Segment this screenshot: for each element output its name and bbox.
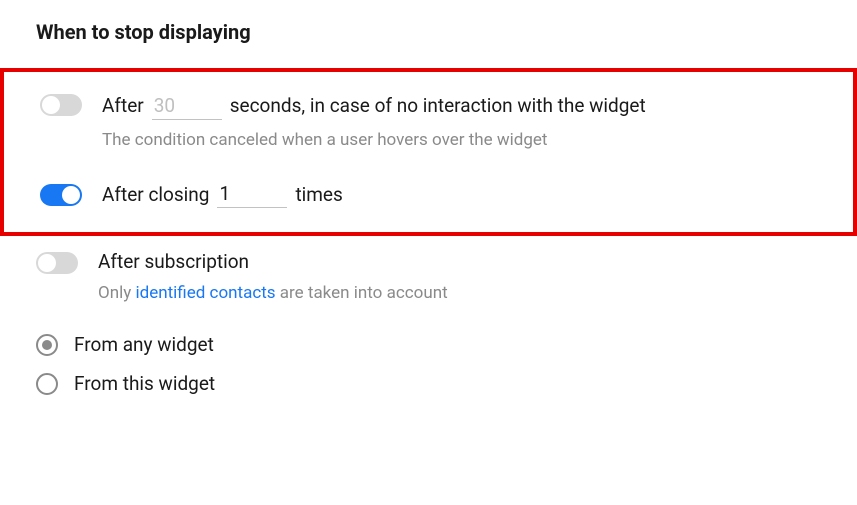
option-after-seconds: After seconds, in case of no interaction… (4, 92, 853, 150)
radio-icon (36, 334, 58, 356)
radio-any-label: From any widget (74, 333, 214, 356)
radio-widget-scope: From any widget From this widget (36, 333, 821, 395)
toggle-knob-icon (38, 254, 56, 272)
radio-from-any-widget[interactable]: From any widget (36, 333, 821, 356)
seconds-input[interactable] (152, 92, 222, 120)
toggle-after-subscription[interactable] (36, 252, 78, 274)
option-after-closing: After closing times (4, 180, 853, 208)
times-input[interactable] (217, 180, 287, 208)
option3-help-prefix: Only (98, 283, 135, 303)
section-title: When to stop displaying (36, 20, 821, 44)
highlighted-options: After seconds, in case of no interaction… (0, 68, 857, 236)
toggle-after-seconds[interactable] (40, 94, 82, 116)
option1-help: The condition canceled when a user hover… (102, 130, 853, 150)
toggle-knob-icon (42, 96, 60, 114)
identified-contacts-link[interactable]: identified contacts (135, 283, 275, 303)
toggle-after-closing[interactable] (40, 184, 82, 206)
option3-help: Only identified contacts are taken into … (98, 283, 821, 303)
option1-prefix: After (102, 94, 144, 117)
toggle-knob-icon (62, 186, 80, 204)
option1-suffix: seconds, in case of no interaction with … (230, 94, 646, 117)
option2-suffix: times (295, 183, 342, 206)
radio-icon (36, 373, 58, 395)
radio-this-label: From this widget (74, 372, 215, 395)
radio-from-this-widget[interactable]: From this widget (36, 372, 821, 395)
option3-help-suffix: are taken into account (276, 283, 448, 303)
option2-prefix: After closing (102, 183, 209, 206)
option3-title: After subscription (98, 250, 249, 273)
option-after-subscription: After subscription Only identified conta… (36, 250, 821, 303)
